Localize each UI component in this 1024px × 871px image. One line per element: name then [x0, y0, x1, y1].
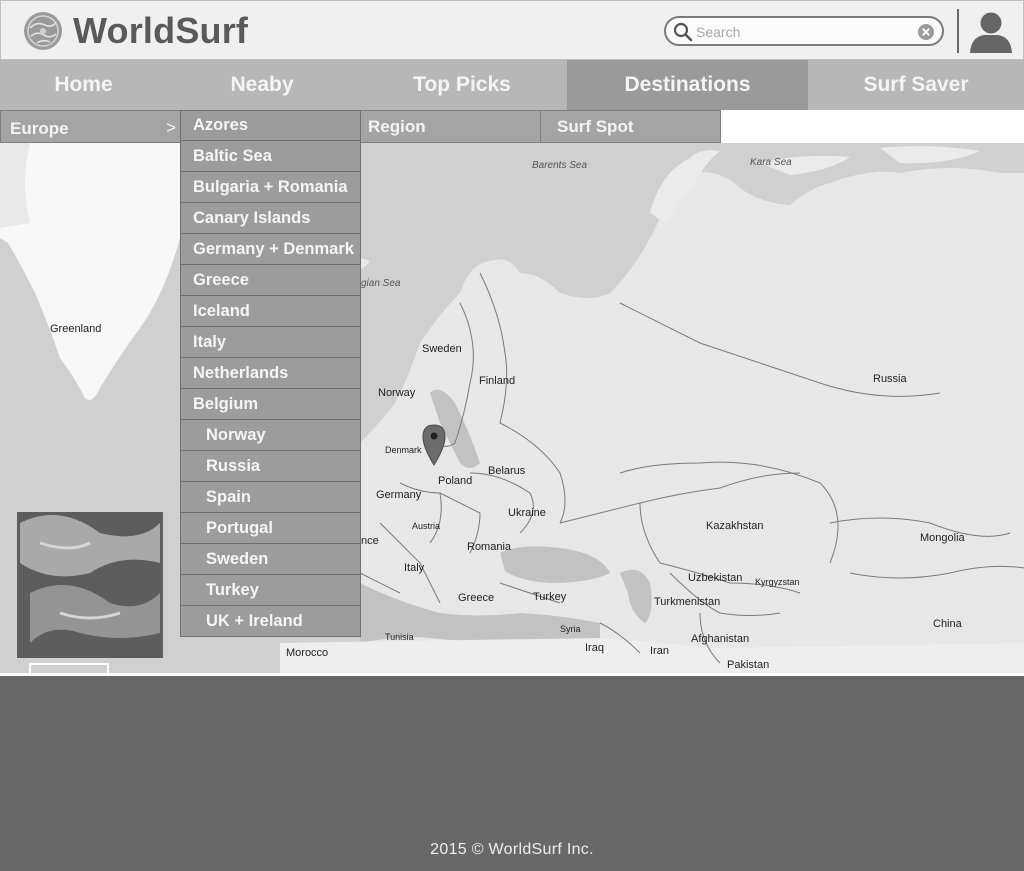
map-label: Turkmenistan — [654, 596, 721, 608]
dropdown-item-portugal[interactable]: Portugal — [180, 513, 361, 544]
map-label: Iraq — [585, 642, 604, 654]
map-label: Poland — [438, 475, 473, 487]
dropdown-item-sweden[interactable]: Sweden — [180, 544, 361, 575]
brand-name[interactable]: WorldSurf — [73, 10, 248, 52]
map-label: Uzbekistan — [688, 572, 743, 584]
chevron-right-icon: > — [166, 118, 176, 137]
dropdown-item-netherlands[interactable]: Netherlands — [180, 358, 361, 389]
satellite-thumbnail[interactable] — [17, 512, 163, 658]
dropdown-item-italy[interactable]: Italy — [180, 327, 361, 358]
footer: 2015 © WorldSurf Inc. — [0, 676, 1024, 871]
dropdown-item-iceland[interactable]: Iceland — [180, 296, 361, 327]
nav-top-picks[interactable]: Top Picks — [357, 60, 567, 110]
map-label: Germany — [376, 489, 422, 501]
map-label: Italy — [404, 562, 425, 574]
search-icon — [673, 22, 693, 42]
app: WorldSurf Home Neaby Top Picks Destinati… — [0, 0, 1024, 871]
map-label: Belarus — [488, 465, 526, 477]
copyright-text: 2015 © WorldSurf Inc. — [430, 841, 594, 858]
globe-logo-icon[interactable] — [23, 11, 63, 51]
map-label: Pakistan — [727, 659, 770, 671]
clear-icon[interactable] — [917, 23, 935, 41]
map-label: Turkey — [533, 591, 567, 603]
map-label: Norway — [378, 387, 416, 399]
destination-dropdown: Azores Baltic Sea Bulgaria + Romania Can… — [180, 110, 361, 637]
map-label: Greenland — [50, 323, 102, 335]
main-nav: Home Neaby Top Picks Destinations Surf S… — [0, 60, 1024, 110]
dropdown-item-uk-ireland[interactable]: UK + Ireland — [180, 606, 361, 637]
map-label: Romania — [467, 541, 512, 553]
search-input[interactable] — [696, 21, 911, 43]
subnav-region-header-label: Region — [368, 117, 426, 136]
dropdown-item-turkey[interactable]: Turkey — [180, 575, 361, 606]
map-label: Morocco — [286, 647, 329, 659]
map-label: Kara Sea — [750, 157, 792, 168]
subnav-surf-spot-label: Surf Spot — [557, 117, 634, 136]
map-label: Mongolia — [920, 532, 965, 544]
map-label: Tunisia — [385, 632, 414, 642]
map-label: Ukraine — [508, 507, 546, 519]
dropdown-item-bulgaria-romania[interactable]: Bulgaria + Romania — [180, 172, 361, 203]
subnav-region-label: Europe — [10, 119, 69, 138]
map-view[interactable]: Barents Sea Kara Sea gian Sea Greenland … — [0, 143, 1024, 673]
map-label: gian Sea — [361, 278, 401, 289]
nav-home[interactable]: Home — [0, 60, 167, 110]
subnav-surf-spot-header[interactable]: Surf Spot — [540, 110, 721, 143]
subnav-region-header[interactable]: Region — [360, 110, 541, 143]
map-label: Russia — [873, 373, 907, 385]
map-label: Barents Sea — [532, 160, 588, 171]
dropdown-item-spain[interactable]: Spain — [180, 482, 361, 513]
map-label: Afghanistan — [691, 633, 750, 645]
dropdown-item-norway[interactable]: Norway — [180, 420, 361, 451]
dropdown-item-russia[interactable]: Russia — [180, 451, 361, 482]
map-label: Finland — [479, 375, 516, 387]
map-label: Kyrgyzstan — [755, 577, 800, 587]
map-label: nce — [361, 535, 379, 547]
map-label: Denmark — [385, 445, 422, 455]
nav-destinations[interactable]: Destinations — [567, 60, 808, 110]
map-label: Iran — [650, 645, 669, 657]
dropdown-item-baltic-sea[interactable]: Baltic Sea — [180, 141, 361, 172]
dropdown-item-greece[interactable]: Greece — [180, 265, 361, 296]
map-label: Kazakhstan — [706, 520, 764, 532]
map-canvas — [0, 143, 1024, 673]
map-label: Greece — [458, 592, 495, 604]
subnav-region-selector[interactable]: Europe > — [0, 110, 181, 143]
map-label: China — [933, 618, 962, 630]
nav-surf-saver[interactable]: Surf Saver — [808, 60, 1024, 110]
dropdown-item-azores[interactable]: Azores — [180, 110, 361, 141]
map-label: Syria — [560, 624, 581, 634]
dropdown-item-canary-islands[interactable]: Canary Islands — [180, 203, 361, 234]
satellite-toggle-tab[interactable] — [29, 663, 109, 673]
dropdown-item-germany-denmark[interactable]: Germany + Denmark — [180, 234, 361, 265]
dropdown-item-belgium[interactable]: Belgium — [180, 389, 361, 420]
user-avatar-icon[interactable] — [967, 9, 1015, 53]
search-box[interactable] — [664, 16, 944, 46]
header-divider — [957, 9, 959, 53]
nav-nearby[interactable]: Neaby — [167, 60, 357, 110]
map-label: Sweden — [422, 343, 462, 355]
header: WorldSurf — [0, 0, 1024, 60]
map-label: Austria — [412, 521, 441, 531]
